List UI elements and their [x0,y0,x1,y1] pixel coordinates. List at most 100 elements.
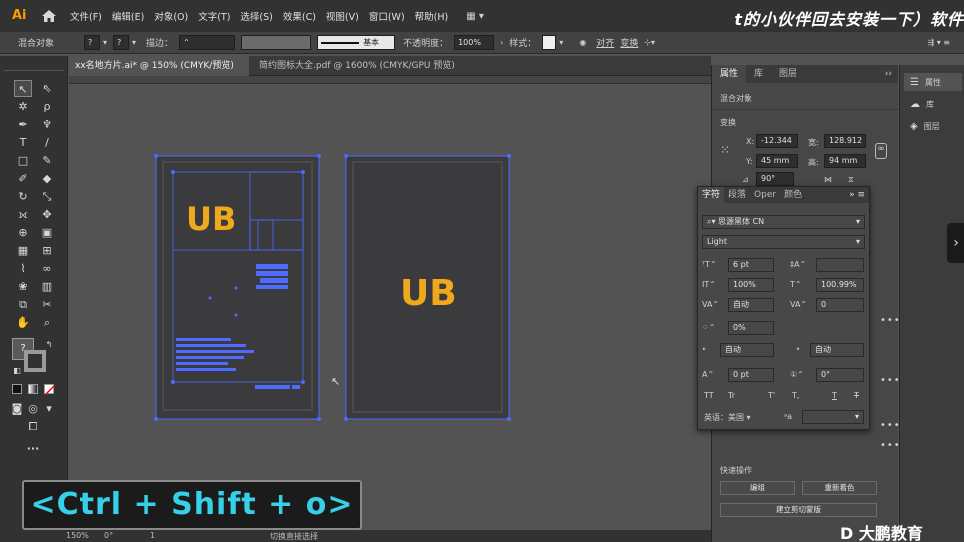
rotation-view[interactable]: 0° [104,531,113,540]
perspective-grid-tool-icon[interactable]: ▦ [14,242,32,259]
color-mode-icon[interactable] [12,384,22,394]
group-button[interactable]: 编组 [720,481,795,495]
paintbrush-tool-icon[interactable]: ✎ [38,152,56,169]
tab-opentype[interactable]: Oper [750,187,780,203]
menu-help[interactable]: 帮助(H) [415,9,449,23]
character-rotation-field[interactable]: 0° [816,368,864,382]
vertical-scale-field[interactable]: 100% [728,278,774,292]
panel-menu-icon[interactable]: » ≡ [849,190,865,200]
more-options-icon[interactable]: ••• [880,440,901,451]
tab-libraries[interactable]: 库 [746,65,771,83]
dock-properties[interactable]: ☰ 属性 [904,73,962,91]
edit-toolbar-icon[interactable]: ··· [24,440,42,457]
font-size-field[interactable]: 6 pt [728,258,774,272]
type-tool-icon[interactable]: T [14,134,32,151]
aki-right-dropdown[interactable]: 自动 [810,343,864,357]
collapse-icon[interactable]: ›› [885,69,892,79]
zoom-level[interactable]: 150% [66,531,89,540]
tab-document-1[interactable]: xx名地方片.ai* @ 150% (CMYK/预览) × [69,56,249,91]
stroke-swatch[interactable]: ? [113,35,130,50]
artboard-back[interactable]: UB [340,150,520,425]
shape-builder-tool-icon[interactable]: ⊕ [14,224,32,241]
gradient-mode-icon[interactable] [28,384,38,394]
rectangle-tool-icon[interactable]: □ [14,152,32,169]
slice-tool-icon[interactable]: ✂ [38,296,56,313]
opacity-arrow-icon[interactable]: › [500,38,503,47]
menu-window[interactable]: 窗口(W) [369,9,405,23]
align-link[interactable]: 对齐 [596,36,614,49]
eyedropper-tool-icon[interactable]: ⌇ [14,260,32,277]
dock-libraries[interactable]: ☁ 库 [904,95,962,113]
superscript-button[interactable]: T' [768,391,775,400]
underline-button[interactable]: T [832,391,837,400]
draw-inside-icon[interactable]: ▾ [40,400,58,417]
anti-alias-dropdown[interactable]: ▾ [802,410,864,424]
workspace-switcher-icon[interactable]: ▦ ▾ [466,11,484,22]
horizontal-scale-field[interactable]: 100.99% [816,278,864,292]
isolate-icon[interactable]: ⊹▾ [644,38,655,47]
flip-horizontal-icon[interactable]: ⋈ [824,175,832,184]
mesh-tool-icon[interactable]: ⊞ [38,242,56,259]
magic-wand-tool-icon[interactable]: ✲ [14,98,32,115]
menu-type[interactable]: 文字(T) [198,9,230,23]
graphic-style-swatch[interactable] [542,35,557,50]
width-field[interactable]: 128.912 [824,134,866,148]
kerning-field[interactable]: 自动 [728,298,774,312]
menu-effect[interactable]: 效果(C) [283,9,316,23]
symbol-sprayer-tool-icon[interactable]: ❀ [14,278,32,295]
menu-view[interactable]: 视图(V) [326,9,359,23]
none-mode-icon[interactable] [44,384,56,396]
puppet-warp-tool-icon[interactable]: ✥ [38,206,56,223]
x-field[interactable]: -12.344 [756,134,798,148]
small-caps-button[interactable]: Tr [728,391,735,400]
rotate-tool-icon[interactable]: ↻ [14,188,32,205]
reference-point-icon[interactable]: ⁙ [720,143,730,157]
flip-vertical-icon[interactable]: ⧖ [848,175,854,185]
artboard-front[interactable]: UB [150,150,330,425]
style-dropdown-icon[interactable]: ▾ [559,38,563,47]
aki-left-dropdown[interactable]: 自动 [720,343,774,357]
recolor-icon[interactable]: ◉ [579,38,586,47]
screen-mode-icon[interactable]: ⧠ [24,418,42,435]
more-options-icon[interactable]: ••• [880,315,901,326]
all-caps-button[interactable]: TT [704,391,714,400]
angle-field[interactable]: 90° [756,172,794,186]
y-field[interactable]: 45 mm [756,154,798,168]
font-family-dropdown[interactable]: ⌕▾ 思源黑体 CN ▾ [702,215,865,229]
brush-definition-dropdown[interactable]: 基本 [317,35,396,50]
variable-width-profile[interactable] [241,35,312,50]
default-colors-icon[interactable]: ◧ [8,362,26,379]
artboard-navigator[interactable]: 1 [150,531,155,540]
curvature-tool-icon[interactable]: ♆ [38,116,56,133]
tab-document-2[interactable]: 简约图标大全.pdf @ 1600% (CMYK/GPU 预览) × [253,56,475,91]
pen-tool-icon[interactable]: ✒ [14,116,32,133]
subscript-button[interactable]: T, [792,391,799,400]
scale-tool-icon[interactable]: ⤡ [38,188,56,205]
live-paint-tool-icon[interactable]: ▣ [38,224,56,241]
dock-layers[interactable]: ◈ 图层 [904,117,962,135]
make-clipping-mask-button[interactable]: 建立剪切蒙版 [720,503,877,517]
tsume-field[interactable]: 0% [728,321,774,335]
menu-select[interactable]: 选择(S) [240,9,272,23]
eraser-tool-icon[interactable]: ◆ [38,170,56,187]
stroke-dropdown-icon[interactable]: ▾ [132,38,136,47]
horizontal-ruler[interactable] [69,76,711,84]
menu-object[interactable]: 对象(O) [154,9,188,23]
baseline-shift-field[interactable]: 0 pt [728,368,774,382]
control-bar-options-icon[interactable]: ⇶ ▾ ≡ [927,38,950,47]
language-dropdown[interactable]: 英语：美国 ▾ [704,412,751,423]
expand-arrow-icon[interactable]: › [947,223,964,263]
fill-dropdown-icon[interactable]: ▾ [103,38,107,47]
column-graph-tool-icon[interactable]: ▥ [38,278,56,295]
more-options-icon[interactable]: ••• [880,420,901,431]
stroke-color-icon[interactable] [24,350,46,372]
line-tool-icon[interactable]: / [38,134,56,151]
stroke-weight-input[interactable]: ⌃ [179,35,236,50]
constrain-proportions-icon[interactable]: ∞ [875,143,887,159]
fill-swatch[interactable]: ? [84,35,101,50]
direct-selection-tool-icon[interactable]: ⇖ [38,80,56,97]
swap-fill-stroke-icon[interactable]: ↰ [40,336,58,353]
tracking-field[interactable]: 0 [816,298,864,312]
lasso-tool-icon[interactable]: ρ [38,98,56,115]
more-options-icon[interactable]: ••• [880,375,901,386]
